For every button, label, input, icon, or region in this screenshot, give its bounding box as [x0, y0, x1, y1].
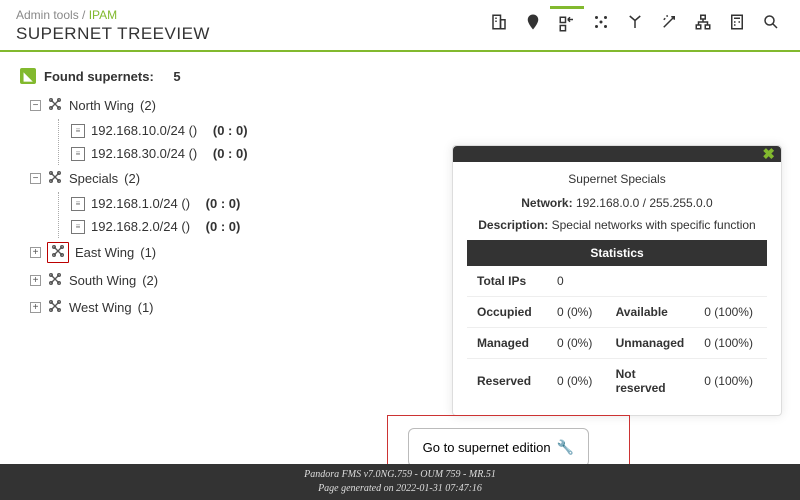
found-badge-icon: ◣: [20, 68, 36, 84]
breadcrumb-root[interactable]: Admin tools: [16, 8, 79, 22]
goto-supernet-edition-button[interactable]: Go to supernet edition 🔧: [408, 428, 589, 467]
footer: Pandora FMS v7.0NG.759 - OUM 759 - MR.51…: [0, 464, 800, 500]
supernet-icon: [47, 271, 63, 290]
breadcrumb-current[interactable]: IPAM: [89, 8, 117, 22]
supernet-icon: [47, 96, 63, 115]
stats-table: Total IPs0 Occupied0 (0%)Available0 (100…: [467, 266, 767, 403]
subnet-icon: ≡: [71, 197, 85, 211]
toolbar-sitemap-icon[interactable]: [686, 6, 720, 38]
close-icon[interactable]: ✖: [762, 145, 775, 163]
toolbar-building-icon[interactable]: [482, 6, 516, 38]
supernet-icon: [47, 169, 63, 188]
panel-title: Supernet Specials: [467, 172, 767, 186]
expander-icon[interactable]: +: [30, 302, 41, 313]
selected-indicator: [47, 242, 69, 263]
tree-leaf[interactable]: ≡192.168.10.0/24 () (0 : 0): [71, 119, 780, 142]
expander-icon[interactable]: +: [30, 275, 41, 286]
toolbar-pin-icon[interactable]: [516, 6, 550, 38]
wrench-icon: 🔧: [557, 439, 574, 456]
subnet-icon: ≡: [71, 147, 85, 161]
expander-icon[interactable]: −: [30, 173, 41, 184]
toolbar: [482, 6, 788, 38]
supernet-icon: [47, 298, 63, 317]
panel-header: ✖: [453, 146, 781, 162]
detail-panel: ✖ Supernet Specials Network: 192.168.0.0…: [452, 145, 782, 416]
toolbar-network-icon[interactable]: [550, 6, 584, 38]
toolbar-calc-icon[interactable]: [720, 6, 754, 38]
expander-icon[interactable]: −: [30, 100, 41, 111]
subnet-icon: ≡: [71, 124, 85, 138]
toolbar-wand-icon[interactable]: [652, 6, 686, 38]
toolbar-search-icon[interactable]: [754, 6, 788, 38]
tree-row-north[interactable]: − North Wing (2): [30, 92, 780, 119]
subnet-icon: ≡: [71, 220, 85, 234]
toolbar-branch-icon[interactable]: [618, 6, 652, 38]
toolbar-scatter-icon[interactable]: [584, 6, 618, 38]
expander-icon[interactable]: +: [30, 247, 41, 258]
found-supernets: ◣ Found supernets: 5: [20, 68, 780, 84]
stats-header: Statistics: [467, 240, 767, 266]
supernet-icon: [50, 243, 66, 262]
